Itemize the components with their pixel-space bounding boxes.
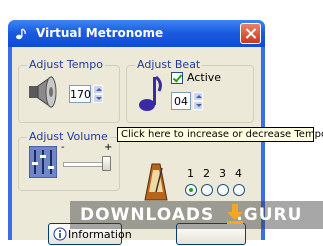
beat-radio-4[interactable] bbox=[233, 184, 245, 196]
beat-input[interactable]: 04 bbox=[171, 92, 191, 110]
beat-number-2: 2 bbox=[203, 167, 210, 180]
information-label: Information bbox=[68, 228, 132, 241]
volume-group-label: Adjust Volume bbox=[27, 130, 110, 143]
tempo-down-arrow[interactable] bbox=[93, 94, 103, 103]
watermark-suffix: .GURU bbox=[236, 205, 303, 225]
beat-number-1: 1 bbox=[187, 167, 194, 180]
tempo-input[interactable]: 170 bbox=[69, 85, 91, 103]
beat-number-4: 4 bbox=[235, 167, 242, 180]
download-arrow-icon bbox=[227, 204, 243, 224]
speaker-icon bbox=[29, 76, 57, 108]
volume-slider-thumb[interactable] bbox=[102, 156, 111, 171]
volume-min-label: - bbox=[61, 142, 65, 153]
volume-group: Adjust Volume - + bbox=[18, 130, 120, 191]
active-checkbox[interactable] bbox=[171, 72, 183, 84]
beat-radio-1[interactable] bbox=[185, 184, 197, 196]
tempo-tooltip: Click here to increase or decrease Tempo bbox=[117, 127, 323, 142]
beat-up-arrow[interactable] bbox=[193, 92, 203, 101]
tempo-group: Adjust Tempo 170 bbox=[18, 58, 120, 123]
music-note-icon bbox=[139, 75, 162, 111]
beat-spinner[interactable] bbox=[193, 92, 203, 110]
close-window-button[interactable] bbox=[240, 23, 261, 44]
beat-group: Adjust Beat Active 04 bbox=[126, 58, 254, 123]
mixer-icon bbox=[29, 146, 57, 178]
tempo-spinner[interactable] bbox=[93, 85, 103, 103]
beat-radio-3[interactable] bbox=[217, 184, 229, 196]
beat-down-arrow[interactable] bbox=[193, 101, 203, 110]
tempo-group-label: Adjust Tempo bbox=[27, 58, 105, 71]
beat-radio-2[interactable] bbox=[201, 184, 213, 196]
metronome-icon bbox=[144, 163, 168, 201]
window-title: Virtual Metronome bbox=[36, 26, 164, 40]
metronome-app-icon bbox=[16, 28, 26, 40]
info-icon bbox=[53, 227, 67, 241]
volume-max-label: + bbox=[104, 142, 113, 153]
watermark-name: DOWNLOADS bbox=[80, 205, 215, 225]
tempo-up-arrow[interactable] bbox=[93, 85, 103, 94]
active-label: Active bbox=[187, 71, 222, 84]
beat-group-label: Adjust Beat bbox=[135, 58, 203, 71]
title-bar[interactable]: Virtual Metronome bbox=[8, 20, 265, 47]
watermark-text: DOWNLOADS .GURU bbox=[80, 205, 302, 225]
beat-number-3: 3 bbox=[219, 167, 226, 180]
